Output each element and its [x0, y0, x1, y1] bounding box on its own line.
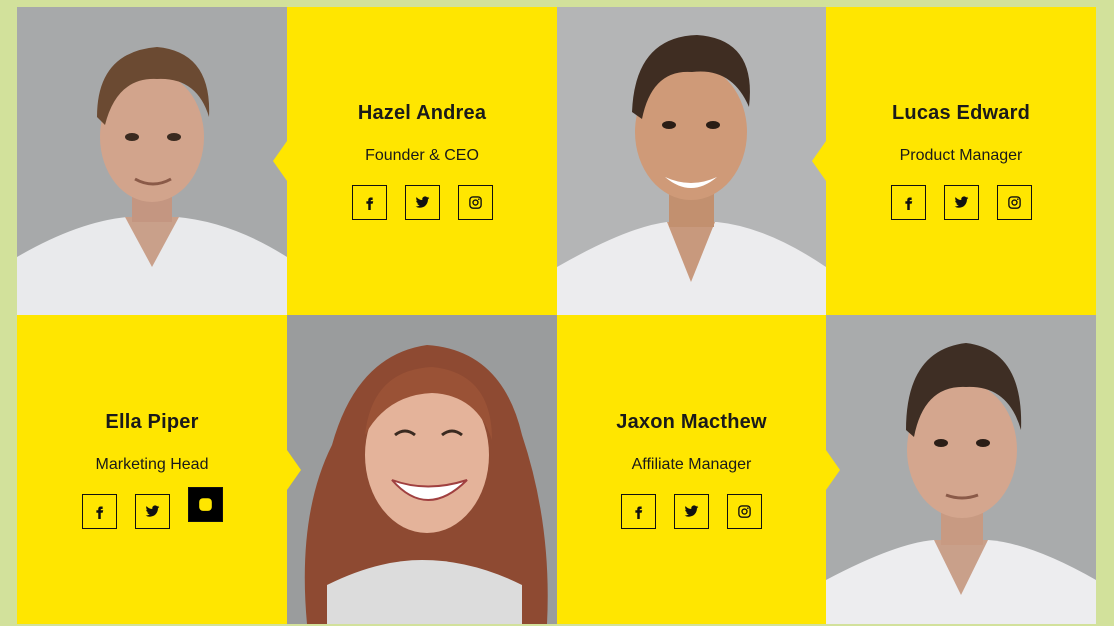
member-name: Lucas Edward — [892, 102, 1030, 124]
facebook-icon — [904, 197, 912, 210]
facebook-icon — [95, 506, 103, 519]
member-name: Ella Piper — [105, 410, 199, 433]
facebook-link[interactable] — [621, 493, 656, 529]
member-role: Affiliate Manager — [631, 455, 752, 473]
team-card-lucas: Lucas Edward Product Manager — [812, 7, 1096, 315]
team-photo-lucas — [557, 7, 826, 315]
instagram-link[interactable] — [727, 493, 762, 529]
member-name: Jaxon Macthew — [616, 410, 767, 433]
facebook-link[interactable] — [81, 493, 117, 529]
man-portrait-icon — [826, 315, 1096, 624]
instagram-icon — [738, 504, 751, 518]
twitter-link[interactable] — [674, 493, 709, 529]
team-photo-jaxon — [826, 315, 1096, 624]
instagram-link[interactable] — [996, 185, 1032, 220]
social-links — [351, 185, 493, 220]
man-portrait-icon — [557, 7, 826, 315]
twitter-icon — [415, 196, 429, 208]
member-role: Product Manager — [899, 147, 1023, 164]
twitter-icon — [954, 196, 968, 208]
team-card-hazel: Hazel Andrea Founder & CEO — [273, 7, 557, 315]
team-photo-hazel — [17, 7, 287, 315]
team-card-jaxon: Jaxon Macthew Affiliate Manager — [557, 315, 840, 624]
social-links — [81, 486, 223, 529]
team-photo-ella — [287, 315, 557, 624]
man-portrait-icon — [17, 7, 287, 315]
instagram-icon — [468, 196, 482, 209]
woman-portrait-icon — [287, 315, 557, 624]
member-name: Hazel Andrea — [357, 102, 487, 124]
twitter-icon — [145, 504, 159, 517]
member-role: Founder & CEO — [365, 147, 479, 164]
instagram-link[interactable] — [187, 486, 223, 522]
member-role: Marketing Head — [95, 455, 209, 473]
instagram-icon — [1007, 196, 1021, 209]
social-links — [890, 185, 1032, 220]
facebook-link[interactable] — [890, 185, 926, 220]
facebook-link[interactable] — [351, 185, 387, 220]
facebook-icon — [365, 197, 373, 210]
instagram-link[interactable] — [457, 185, 493, 220]
twitter-link[interactable] — [134, 493, 170, 529]
twitter-link[interactable] — [404, 185, 440, 220]
facebook-icon — [635, 506, 643, 519]
social-links — [621, 493, 762, 529]
team-grid: Hazel Andrea Founder & CEO Lucas Edward … — [17, 7, 1096, 624]
twitter-link[interactable] — [943, 185, 979, 220]
twitter-icon — [684, 504, 699, 517]
instagram-icon — [198, 497, 212, 511]
team-card-ella: Ella Piper Marketing Head — [17, 315, 301, 624]
